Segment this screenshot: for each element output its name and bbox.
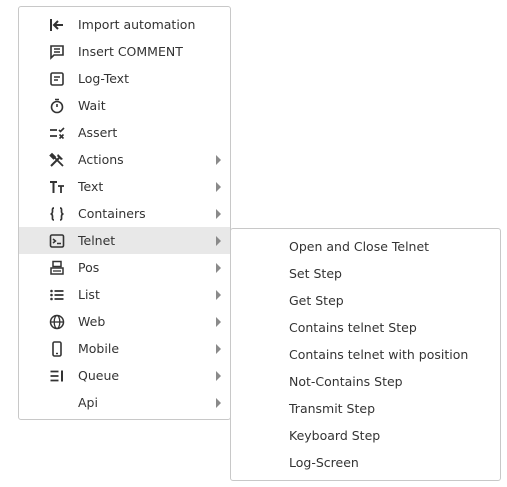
menu-item-telnet[interactable]: Telnet [19,227,230,254]
chevron-right-icon [216,155,221,165]
chevron-right-icon [216,317,221,327]
queue-icon [48,367,66,385]
submenu-item-log-screen[interactable]: Log-Screen [231,449,500,476]
menu-item-log-text[interactable]: Log-Text [19,65,230,92]
submenu-item-open-close-telnet[interactable]: Open and Close Telnet [231,233,500,260]
chevron-right-icon [216,263,221,273]
mobile-icon [48,340,66,358]
chevron-right-icon [216,236,221,246]
chevron-right-icon [216,398,221,408]
menu-item-wait[interactable]: Wait [19,92,230,119]
menu-item-assert[interactable]: Assert [19,119,230,146]
menu-item-actions[interactable]: Actions [19,146,230,173]
menu-item-label: Wait [78,98,106,113]
context-menu: Import automation Insert COMMENT Log-Tex… [18,6,231,420]
menu-item-web[interactable]: Web [19,308,230,335]
menu-item-label: Containers [78,206,146,221]
menu-item-label: Pos [78,260,100,275]
submenu-item-contains-telnet-step[interactable]: Contains telnet Step [231,314,500,341]
submenu-item-keyboard-step[interactable]: Keyboard Step [231,422,500,449]
import-icon [48,16,66,34]
menu-item-label: Import automation [78,17,196,32]
terminal-icon [48,232,66,250]
comment-icon [48,43,66,61]
menu-item-label: Mobile [78,341,120,356]
chevron-right-icon [216,344,221,354]
menu-item-label: Queue [78,368,120,383]
log-text-icon [48,70,66,88]
menu-item-label: Web [78,314,106,329]
menu-item-queue[interactable]: Queue [19,362,230,389]
list-icon [48,286,66,304]
menu-item-containers[interactable]: Containers [19,200,230,227]
menu-item-label: Insert COMMENT [78,44,183,59]
chevron-right-icon [216,290,221,300]
submenu-item-get-step[interactable]: Get Step [231,287,500,314]
menu-item-insert-comment[interactable]: Insert COMMENT [19,38,230,65]
menu-item-label: Text [78,179,104,194]
telnet-submenu: Open and Close Telnet Set Step Get Step … [230,228,501,481]
menu-item-label: Api [78,395,98,410]
menu-item-text[interactable]: Text [19,173,230,200]
braces-icon [48,205,66,223]
menu-item-label: Assert [78,125,118,140]
menu-item-list[interactable]: List [19,281,230,308]
submenu-item-contains-telnet-position[interactable]: Contains telnet with position [231,341,500,368]
globe-icon [48,313,66,331]
menu-item-api[interactable]: Api [19,389,230,416]
menu-item-label: Actions [78,152,124,167]
chevron-right-icon [216,209,221,219]
tools-icon [48,151,66,169]
menu-item-label: Telnet [78,233,116,248]
menu-item-label: List [78,287,100,302]
pos-icon [48,259,66,277]
submenu-item-not-contains-step[interactable]: Not-Contains Step [231,368,500,395]
menu-item-pos[interactable]: Pos [19,254,230,281]
submenu-item-transmit-step[interactable]: Transmit Step [231,395,500,422]
menu-item-label: Log-Text [78,71,129,86]
menu-item-import-automation[interactable]: Import automation [19,11,230,38]
submenu-item-set-step[interactable]: Set Step [231,260,500,287]
assert-icon [48,124,66,142]
chevron-right-icon [216,182,221,192]
timer-icon [48,97,66,115]
menu-item-mobile[interactable]: Mobile [19,335,230,362]
text-size-icon [48,178,66,196]
chevron-right-icon [216,371,221,381]
